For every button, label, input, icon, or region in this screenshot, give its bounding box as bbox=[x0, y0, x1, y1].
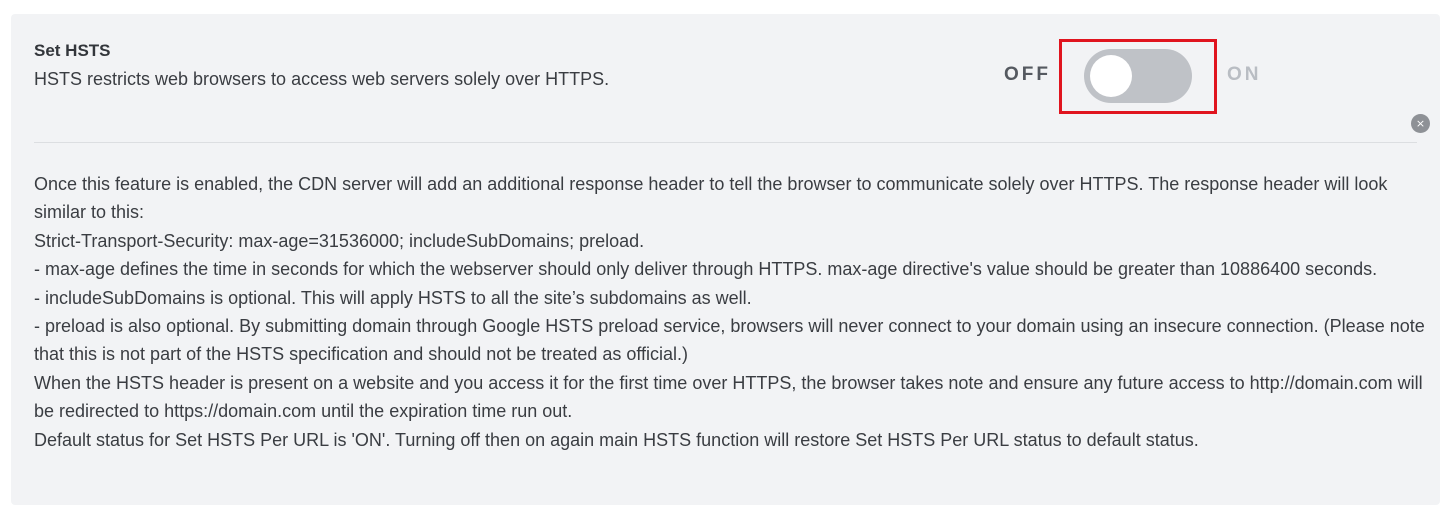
divider bbox=[34, 142, 1417, 143]
description-line: When the HSTS header is present on a web… bbox=[34, 372, 1423, 422]
setting-title: Set HSTS bbox=[34, 41, 111, 60]
hsts-toggle-switch[interactable] bbox=[1084, 49, 1192, 103]
description-line: Once this feature is enabled, the CDN se… bbox=[34, 174, 1388, 223]
description-text: Once this feature is enabled, the CDN se… bbox=[34, 170, 1429, 454]
description-line: Strict-Transport-Security: max-age=31536… bbox=[34, 230, 645, 251]
toggle-off-label: OFF bbox=[1004, 64, 1051, 85]
hsts-settings-panel: Set HSTS HSTS restricts web browsers to … bbox=[11, 14, 1440, 505]
description-line: Default status for Set HSTS Per URL is '… bbox=[34, 429, 1199, 450]
toggle-on-label: ON bbox=[1227, 64, 1262, 85]
description-line: - includeSubDomains is optional. This wi… bbox=[34, 287, 752, 308]
toggle-knob bbox=[1090, 55, 1132, 97]
close-icon[interactable]: × bbox=[1411, 114, 1430, 133]
description-line: - preload is also optional. By submittin… bbox=[34, 316, 1425, 365]
description-line: - max-age defines the time in seconds fo… bbox=[34, 259, 1378, 280]
setting-subtitle: HSTS restricts web browsers to access we… bbox=[34, 69, 610, 89]
